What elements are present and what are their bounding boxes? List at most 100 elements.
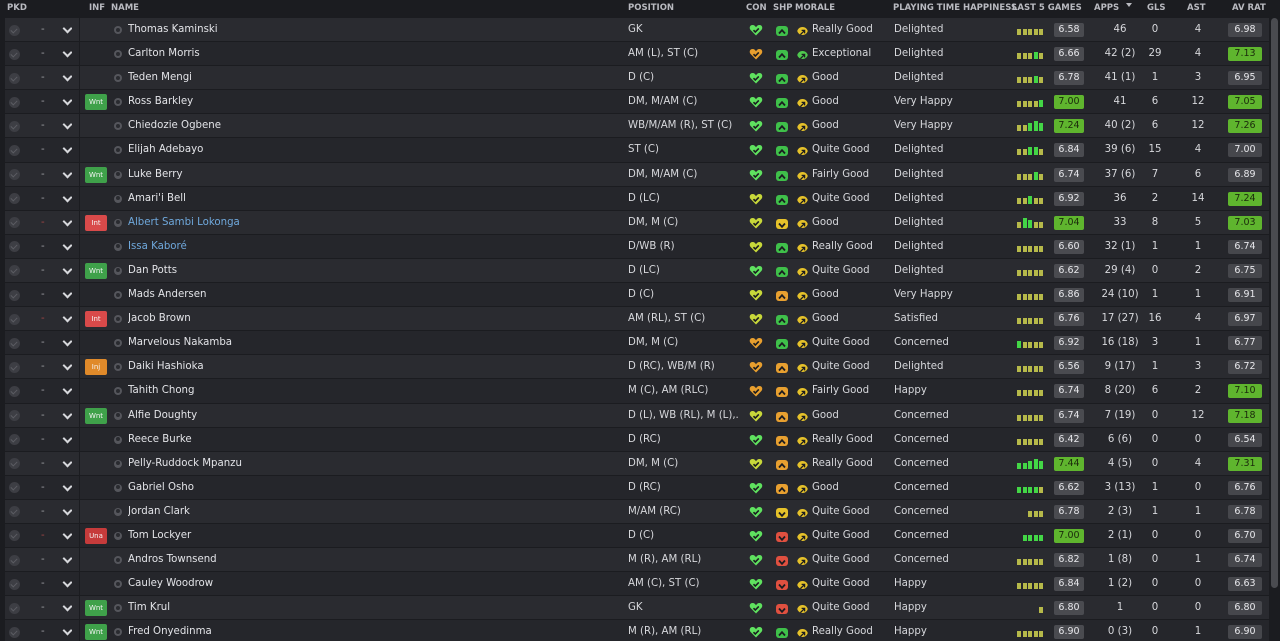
chevron-down-icon[interactable] (62, 145, 72, 155)
player-name[interactable]: Mads Andersen (128, 283, 328, 307)
table-row[interactable]: - Marvelous Nakamba DM, M (C) Quite Good Con… (5, 331, 1269, 356)
chevron-down-icon[interactable] (62, 579, 72, 589)
player-name[interactable]: Teden Mengi (128, 66, 328, 90)
info-badge[interactable]: Wnt (85, 407, 107, 424)
header-morale[interactable]: MORALE (795, 3, 835, 13)
picked-checkbox[interactable] (9, 578, 20, 590)
picked-checkbox[interactable] (9, 120, 20, 132)
info-badge[interactable]: Una (85, 527, 107, 544)
header-playing-time-happiness[interactable]: PLAYING TIME HAPPINESS (893, 3, 1017, 13)
player-name[interactable]: Luke Berry (128, 163, 328, 187)
picked-checkbox[interactable] (9, 289, 20, 301)
picked-checkbox[interactable] (9, 458, 20, 470)
picked-checkbox[interactable] (9, 602, 20, 614)
chevron-down-icon[interactable] (62, 170, 72, 180)
chevron-down-icon[interactable] (62, 49, 72, 59)
scrollbar[interactable] (1271, 18, 1278, 588)
header-shp[interactable]: SHP (773, 3, 792, 13)
header-pkd[interactable]: PKD (7, 3, 27, 13)
player-name[interactable]: Fred Onyedinma (128, 620, 328, 641)
header-ast[interactable]: AST (1187, 3, 1206, 13)
chevron-down-icon[interactable] (62, 25, 72, 35)
chevron-down-icon[interactable] (62, 411, 72, 421)
player-name[interactable]: Dan Potts (128, 259, 328, 283)
table-row[interactable]: - Wnt Dan Potts D (LC) Quite Good Delighted 6.… (5, 258, 1269, 284)
chevron-down-icon[interactable] (62, 603, 72, 613)
table-row[interactable]: - Elijah Adebayo ST (C) Quite Good Delighted… (5, 138, 1269, 163)
table-row[interactable]: - Gabriel Osho D (RC) Good Concerned 6.62 3 (1… (5, 475, 1269, 500)
picked-checkbox[interactable] (9, 72, 20, 84)
chevron-down-icon[interactable] (62, 73, 72, 83)
chevron-down-icon[interactable] (62, 507, 72, 517)
player-name[interactable]: Carlton Morris (128, 42, 328, 66)
table-row[interactable]: - Cauley Woodrow AM (C), ST (C) Quite Good H… (5, 572, 1269, 597)
chevron-down-icon[interactable] (62, 218, 72, 228)
header-gls[interactable]: GLS (1147, 3, 1166, 13)
player-name[interactable]: Ross Barkley (128, 90, 328, 114)
player-name[interactable]: Marvelous Nakamba (128, 331, 328, 355)
table-row[interactable]: - Pelly-Ruddock Mpanzu DM, M (C) Really Goo… (5, 451, 1269, 476)
table-row[interactable]: - Inj Daiki Hashioka D (RC), WB/M (R) Quite … (5, 355, 1269, 380)
picked-checkbox[interactable] (9, 48, 20, 60)
player-name[interactable]: Daiki Hashioka (128, 355, 328, 379)
info-badge[interactable]: Wnt (85, 624, 107, 641)
player-name[interactable]: Tim Krul (128, 596, 328, 620)
table-row[interactable]: - Chiedozie Ogbene WB/M/AM (R), ST (C) Good… (5, 114, 1269, 139)
table-row[interactable]: - Jordan Clark M/AM (RC) Quite Good Concerne… (5, 499, 1269, 524)
table-row[interactable]: - Wnt Luke Berry DM, M/AM (C) Fairly Good Del… (5, 162, 1269, 187)
player-name[interactable]: Chiedozie Ogbene (128, 114, 328, 138)
player-name[interactable]: Tom Lockyer (128, 524, 328, 548)
player-name[interactable]: Jordan Clark (128, 500, 328, 524)
table-row[interactable]: - Amari'i Bell D (LC) Quite Good Delighted 6.… (5, 186, 1269, 211)
player-name[interactable]: Elijah Adebayo (128, 138, 328, 162)
header-last-5-games[interactable]: LAST 5 GAMES (1012, 3, 1082, 13)
picked-checkbox[interactable] (9, 361, 20, 373)
chevron-down-icon[interactable] (62, 97, 72, 107)
player-name[interactable]: Amari'i Bell (128, 187, 328, 211)
player-name[interactable]: Thomas Kaminski (128, 18, 328, 42)
player-name[interactable]: Jacob Brown (128, 307, 328, 331)
header-av-rat[interactable]: AV RAT (1232, 3, 1266, 13)
table-row[interactable]: - Teden Mengi D (C) Good Delighted 6.78 41 (1)… (5, 66, 1269, 91)
table-row[interactable]: - Tahith Chong M (C), AM (RLC) Fairly Good H… (5, 379, 1269, 404)
info-badge[interactable]: Wnt (85, 600, 107, 617)
table-row[interactable]: - Wnt Alfie Doughty D (L), WB (RL), M (L),.… (5, 403, 1269, 428)
chevron-down-icon[interactable] (62, 194, 72, 204)
chevron-down-icon[interactable] (62, 242, 72, 252)
info-badge[interactable]: Wnt (85, 94, 107, 111)
chevron-down-icon[interactable] (62, 314, 72, 324)
picked-checkbox[interactable] (9, 482, 20, 494)
chevron-down-icon[interactable] (62, 266, 72, 276)
header-con[interactable]: CON (746, 3, 767, 13)
player-name[interactable]: Reece Burke (128, 428, 328, 452)
player-name[interactable]: Pelly-Ruddock Mpanzu (128, 452, 328, 476)
picked-checkbox[interactable] (9, 410, 20, 421)
info-badge[interactable]: Inj (85, 359, 107, 376)
chevron-down-icon[interactable] (62, 459, 72, 469)
info-badge[interactable]: Wnt (85, 262, 107, 279)
header-position[interactable]: POSITION (628, 3, 674, 13)
header-name[interactable]: NAME (111, 3, 139, 13)
picked-checkbox[interactable] (9, 385, 20, 397)
chevron-down-icon[interactable] (62, 338, 72, 348)
picked-checkbox[interactable] (9, 434, 20, 446)
picked-checkbox[interactable] (9, 193, 20, 205)
table-row[interactable]: - Reece Burke D (RC) Really Good Concerned 6.… (5, 427, 1269, 452)
table-row[interactable]: - Thomas Kaminski GK Really Good Delighted 6.… (5, 18, 1269, 43)
table-row[interactable]: - Andros Townsend M (R), AM (RL) Quite Good… (5, 548, 1269, 573)
picked-checkbox[interactable] (9, 530, 20, 542)
picked-checkbox[interactable] (9, 144, 20, 156)
picked-checkbox[interactable] (9, 217, 20, 229)
chevron-down-icon[interactable] (62, 290, 72, 300)
chevron-down-icon[interactable] (62, 627, 72, 637)
chevron-down-icon[interactable] (62, 121, 72, 131)
player-name[interactable]: Albert Sambi Lokonga (128, 211, 328, 235)
table-row[interactable]: - Wnt Fred Onyedinma M (R), AM (RL) Really G… (5, 620, 1269, 641)
player-name[interactable]: Issa Kaboré (128, 235, 328, 259)
chevron-down-icon[interactable] (62, 435, 72, 445)
chevron-down-icon[interactable] (62, 483, 72, 493)
picked-checkbox[interactable] (9, 554, 20, 566)
info-badge[interactable]: Int (85, 311, 107, 328)
picked-checkbox[interactable] (9, 24, 20, 36)
player-name[interactable]: Alfie Doughty (128, 404, 328, 428)
